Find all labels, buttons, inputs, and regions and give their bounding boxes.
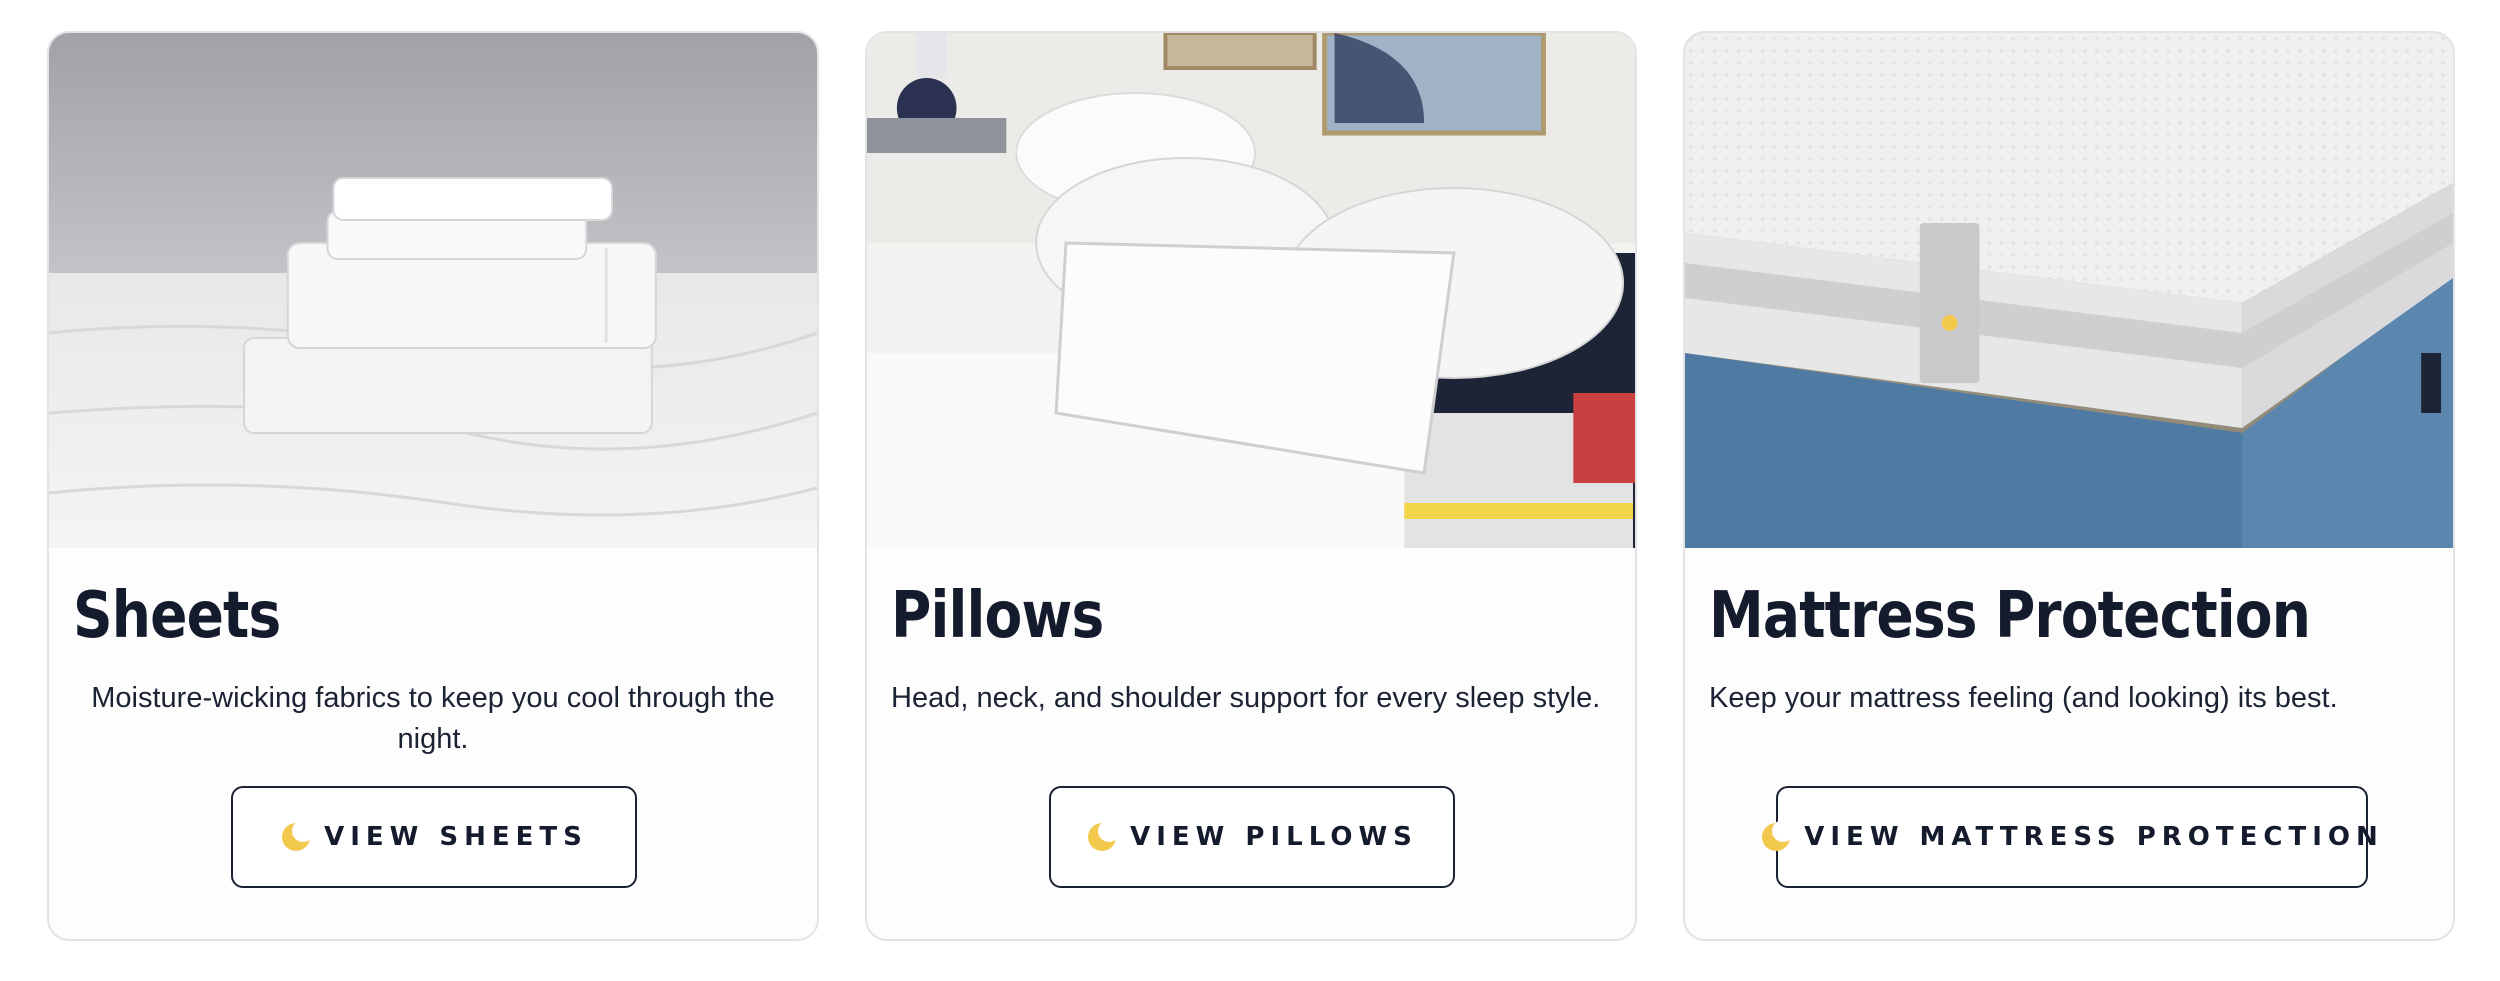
- category-card-row: Sheets Moisture-wicking fabrics to keep …: [0, 0, 2500, 981]
- card-title: Pillows: [891, 579, 1104, 653]
- button-label: VIEW SHEETS: [324, 822, 588, 852]
- card-title: Mattress Protection: [1709, 579, 2311, 653]
- view-pillows-button[interactable]: VIEW PILLOWS: [1049, 786, 1455, 888]
- sheets-image[interactable]: [49, 33, 817, 548]
- moon-icon: [1760, 821, 1793, 853]
- view-sheets-button[interactable]: VIEW SHEETS: [231, 786, 637, 888]
- card-title: Sheets: [73, 579, 281, 653]
- button-label: VIEW PILLOWS: [1130, 822, 1418, 852]
- card-description: Head, neck, and shoulder support for eve…: [891, 682, 1601, 714]
- pillows-card[interactable]: Pillows Head, neck, and shoulder support…: [865, 31, 1637, 941]
- mattress-protection-card[interactable]: Mattress Protection Keep your mattress f…: [1683, 31, 2455, 941]
- moon-icon: [280, 821, 313, 853]
- mattress-protection-image[interactable]: [1685, 33, 2453, 548]
- pillows-image[interactable]: [867, 33, 1635, 548]
- sheets-card[interactable]: Sheets Moisture-wicking fabrics to keep …: [47, 31, 819, 941]
- card-description: Moisture-wicking fabrics to keep you coo…: [91, 682, 775, 755]
- button-label: VIEW MATTRESS PROTECTION: [1804, 822, 2384, 852]
- card-description: Keep your mattress feeling (and looking)…: [1709, 682, 2338, 714]
- view-mattress-protection-button[interactable]: VIEW MATTRESS PROTECTION: [1762, 786, 2378, 888]
- moon-icon: [1086, 821, 1119, 853]
